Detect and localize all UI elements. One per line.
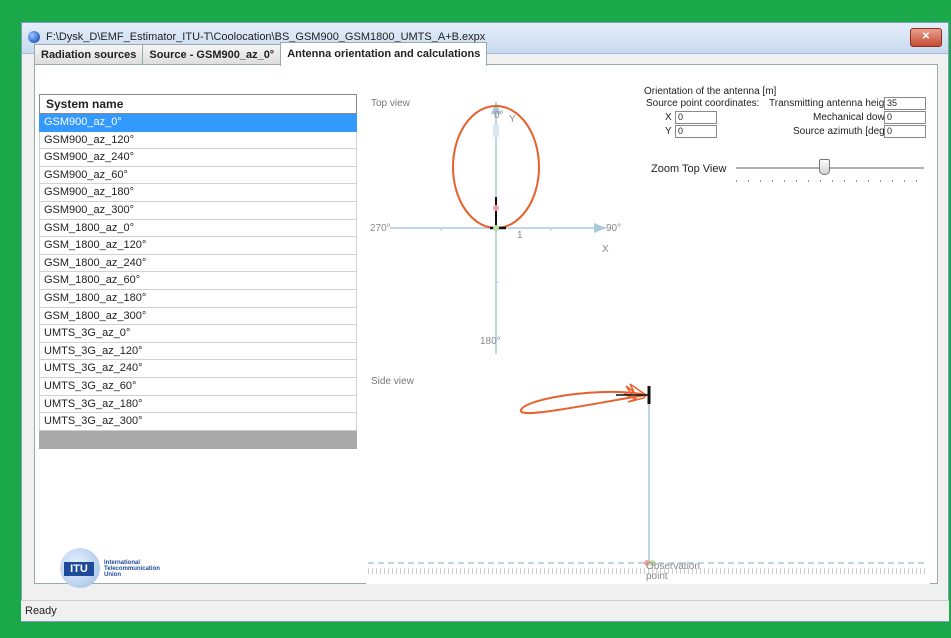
source-coords-label: Source point coordinates:	[646, 98, 760, 109]
antenna-height-input[interactable]: 35	[884, 97, 926, 110]
top-view-label-270: 270°	[370, 223, 391, 234]
y-coordinate-input[interactable]: 0	[675, 125, 717, 138]
system-list-item[interactable]: GSM_1800_az_180°	[39, 289, 357, 308]
system-list-item[interactable]: UMTS_3G_az_180°	[39, 395, 357, 414]
system-list-item[interactable]: GSM900_az_60°	[39, 166, 357, 185]
downtilt-input[interactable]: 0	[884, 111, 926, 124]
system-list-item[interactable]: UMTS_3G_az_240°	[39, 360, 357, 378]
orientation-group: Orientation of the antenna [m] Source po…	[641, 86, 931, 156]
top-view-plot	[390, 102, 606, 354]
antenna-point	[493, 205, 499, 211]
tab-source[interactable]: Source - GSM900_az_0°	[142, 44, 282, 65]
side-view-panel[interactable]: Side view Observation point	[366, 370, 930, 584]
y-label: Y	[665, 126, 672, 137]
tab-radiation-sources[interactable]: Radiation sources	[34, 44, 144, 65]
top-view-panel[interactable]: Top view 0° Y 270° 90° 1 X 180°	[366, 92, 632, 360]
zoom-slider-ticks	[736, 180, 924, 182]
tab-bar: Radiation sources Source - GSM900_az_0° …	[34, 42, 488, 66]
itu-logo-text: ITU	[64, 562, 94, 576]
antenna-height-label: Transmitting antenna height	[769, 98, 893, 109]
system-list-item[interactable]: GSM_1800_az_300°	[39, 307, 357, 326]
list-empty-row	[39, 430, 357, 449]
system-list-header[interactable]: System name	[39, 94, 357, 114]
system-list-item[interactable]: UMTS_3G_az_300°	[39, 413, 357, 431]
system-list-item[interactable]: UMTS_3G_az_60°	[39, 377, 357, 396]
close-button[interactable]: ✕	[910, 28, 942, 47]
top-view-label-90: 90°	[606, 223, 622, 234]
system-list-item[interactable]: GSM900_az_240°	[39, 149, 357, 167]
x-axis-arrow	[594, 223, 606, 233]
status-bar: Ready	[21, 600, 949, 621]
system-list-item[interactable]: GSM900_az_0°	[39, 114, 357, 132]
itu-logo-caption: International Telecommunication Union	[104, 560, 160, 578]
top-view-label-1: 1	[517, 230, 523, 241]
azimuth-label: Source azimuth [deg]	[793, 126, 888, 137]
system-list-item[interactable]: GSM_1800_az_240°	[39, 254, 357, 273]
itu-logo: ITU International Telecommunication Unio…	[60, 548, 170, 588]
top-view-label-0: 0°	[494, 110, 504, 121]
origin-point	[493, 225, 499, 231]
azimuth-input[interactable]: 0	[884, 125, 926, 138]
system-list-item[interactable]: UMTS_3G_az_120°	[39, 342, 357, 361]
zoom-label: Zoom Top View	[651, 163, 727, 175]
top-view-label-x: X	[602, 244, 609, 255]
system-list-item[interactable]: UMTS_3G_az_0°	[39, 325, 357, 343]
system-list-item[interactable]: GSM_1800_az_0°	[39, 219, 357, 238]
orientation-legend: Orientation of the antenna [m]	[644, 86, 777, 97]
system-list: System name GSM900_az_0° GSM900_az_120° GS…	[39, 94, 357, 449]
side-view-plot	[368, 383, 928, 574]
zoom-slider-thumb[interactable]	[819, 159, 831, 175]
status-text: Ready	[25, 605, 57, 617]
x-coordinate-input[interactable]: 0	[675, 111, 717, 124]
system-list-item[interactable]: GSM900_az_120°	[39, 131, 357, 150]
system-list-item[interactable]: GSM_1800_az_60°	[39, 272, 357, 290]
system-list-item[interactable]: GSM900_az_180°	[39, 184, 357, 202]
top-view-label-180: 180°	[480, 336, 501, 347]
system-list-item[interactable]: GSM_1800_az_120°	[39, 237, 357, 255]
observation-point-label: Observation point	[646, 561, 700, 582]
system-list-item[interactable]: GSM900_az_300°	[39, 201, 357, 220]
top-view-label-y: Y	[509, 114, 516, 125]
tab-antenna-orientation[interactable]: Antenna orientation and calculations	[280, 42, 488, 66]
x-label: X	[665, 112, 672, 123]
